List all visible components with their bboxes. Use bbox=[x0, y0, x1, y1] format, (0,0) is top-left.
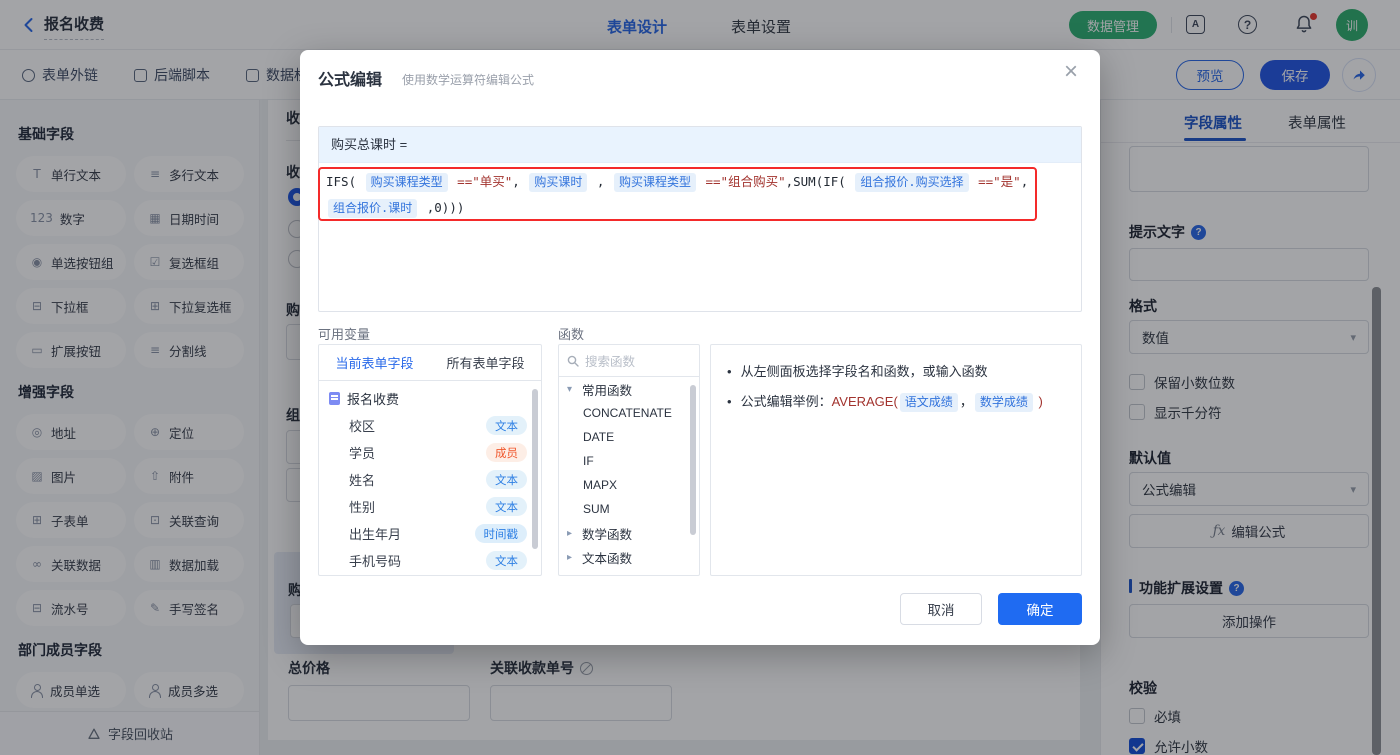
help-bullet-2: 公式编辑举例：AVERAGE(语文成绩，数学成绩 ) bbox=[727, 387, 1065, 417]
function-search[interactable]: 搜索函数 bbox=[559, 345, 699, 377]
field-type-badge: 文本 bbox=[486, 551, 527, 570]
variable-item-1[interactable]: 学员 成员 bbox=[319, 439, 541, 466]
form-file-icon bbox=[329, 392, 340, 405]
function-group[interactable]: ▾ 常用函数 bbox=[559, 377, 699, 401]
help-bullet-1: 从左侧面板选择字段名和函数，或输入函数 bbox=[727, 357, 1065, 387]
field-token[interactable]: 购买课时 bbox=[529, 173, 588, 192]
field-token[interactable]: 购买课程类型 bbox=[613, 173, 696, 192]
function-item-IF[interactable]: IF bbox=[559, 449, 699, 473]
variable-item-0[interactable]: 校区 文本 bbox=[319, 412, 541, 439]
example-field-token: 语文成绩 bbox=[899, 393, 958, 412]
formula-editor-box: 购买总课时 = IFS( 购买课程类型 =="单买", 购买课时 , 购买课程类… bbox=[318, 126, 1082, 312]
variables-list: 校区文本学员成员姓名文本性别文本出生年月时间戳手机号码文本文本 bbox=[319, 412, 541, 575]
function-item-MAPX[interactable]: MAPX bbox=[559, 473, 699, 497]
variables-root-node[interactable]: 报名收费 bbox=[319, 381, 541, 412]
functions-list: ▾ 常用函数 CONCATENATE DATE IF MAPX SUM ▸ 数学函数 ▸ 文本函数 bbox=[559, 377, 699, 569]
modal-subtitle: 使用数学运算符编辑公式 bbox=[402, 73, 535, 87]
variables-scrollbar[interactable] bbox=[532, 389, 538, 549]
functions-scrollbar[interactable] bbox=[690, 385, 696, 535]
field-token[interactable]: 组合报价.购买选择 bbox=[855, 173, 969, 192]
confirm-button[interactable]: 确定 bbox=[998, 593, 1082, 625]
functions-label: 函数 bbox=[558, 327, 585, 342]
field-type-badge: 成员 bbox=[486, 443, 527, 462]
function-item-DATE[interactable]: DATE bbox=[559, 425, 699, 449]
tab-current-form-fields[interactable]: 当前表单字段 bbox=[319, 345, 430, 380]
tree-chevron-icon: ▸ bbox=[567, 551, 573, 563]
variable-item-3[interactable]: 性别 文本 bbox=[319, 493, 541, 520]
function-group[interactable]: ▸ 文本函数 bbox=[559, 545, 699, 569]
modal-title: 公式编辑 bbox=[318, 72, 383, 89]
variable-item-6[interactable]: 文本 bbox=[319, 574, 541, 575]
function-group[interactable]: ▸ 数学函数 bbox=[559, 521, 699, 545]
function-item-CONCATENATE[interactable]: CONCATENATE bbox=[559, 401, 699, 425]
search-placeholder: 搜索函数 bbox=[585, 355, 636, 369]
field-type-badge: 文本 bbox=[486, 416, 527, 435]
formula-input[interactable]: IFS( 购买课程类型 =="单买", 购买课时 , 购买课程类型 =="组合购… bbox=[326, 169, 1030, 221]
field-type-badge: 文本 bbox=[486, 497, 527, 516]
example-field-token: 数学成绩 bbox=[974, 393, 1033, 412]
search-icon bbox=[567, 355, 579, 367]
formula-result-label: 购买总课时 = bbox=[319, 127, 1081, 163]
variable-item-4[interactable]: 出生年月 时间戳 bbox=[319, 520, 541, 547]
variable-item-5[interactable]: 手机号码 文本 bbox=[319, 547, 541, 574]
tree-chevron-icon: ▾ bbox=[567, 383, 573, 395]
variable-item-2[interactable]: 姓名 文本 bbox=[319, 466, 541, 493]
field-token[interactable]: 组合报价.课时 bbox=[328, 199, 418, 218]
variables-panel: 当前表单字段 所有表单字段 报名收费 校区 文本 学员 成员 姓名 文本 性别 文本 出生年月时… bbox=[318, 344, 542, 576]
field-type-badge: 时间戳 bbox=[474, 524, 527, 543]
variables-tabs: 当前表单字段 所有表单字段 bbox=[319, 345, 541, 381]
field-type-badge: 文本 bbox=[486, 470, 527, 489]
functions-panel: 搜索函数 ▾ 常用函数 CONCATENATE DATE IF MAPX SUM ▸ 数学函数 ▸… bbox=[558, 344, 700, 576]
tab-all-form-fields[interactable]: 所有表单字段 bbox=[430, 345, 541, 380]
close-icon[interactable] bbox=[1064, 60, 1078, 84]
tree-chevron-icon: ▸ bbox=[567, 527, 573, 539]
field-token[interactable]: 购买课程类型 bbox=[365, 173, 448, 192]
variables-label: 可用变量 bbox=[318, 327, 371, 342]
cancel-button[interactable]: 取消 bbox=[900, 593, 982, 625]
formula-help-panel: 从左侧面板选择字段名和函数，或输入函数 公式编辑举例：AVERAGE(语文成绩，… bbox=[710, 344, 1082, 576]
formula-editor-modal: 公式编辑 使用数学运算符编辑公式 购买总课时 = IFS( 购买课程类型 =="… bbox=[300, 50, 1100, 645]
function-item-SUM[interactable]: SUM bbox=[559, 497, 699, 521]
